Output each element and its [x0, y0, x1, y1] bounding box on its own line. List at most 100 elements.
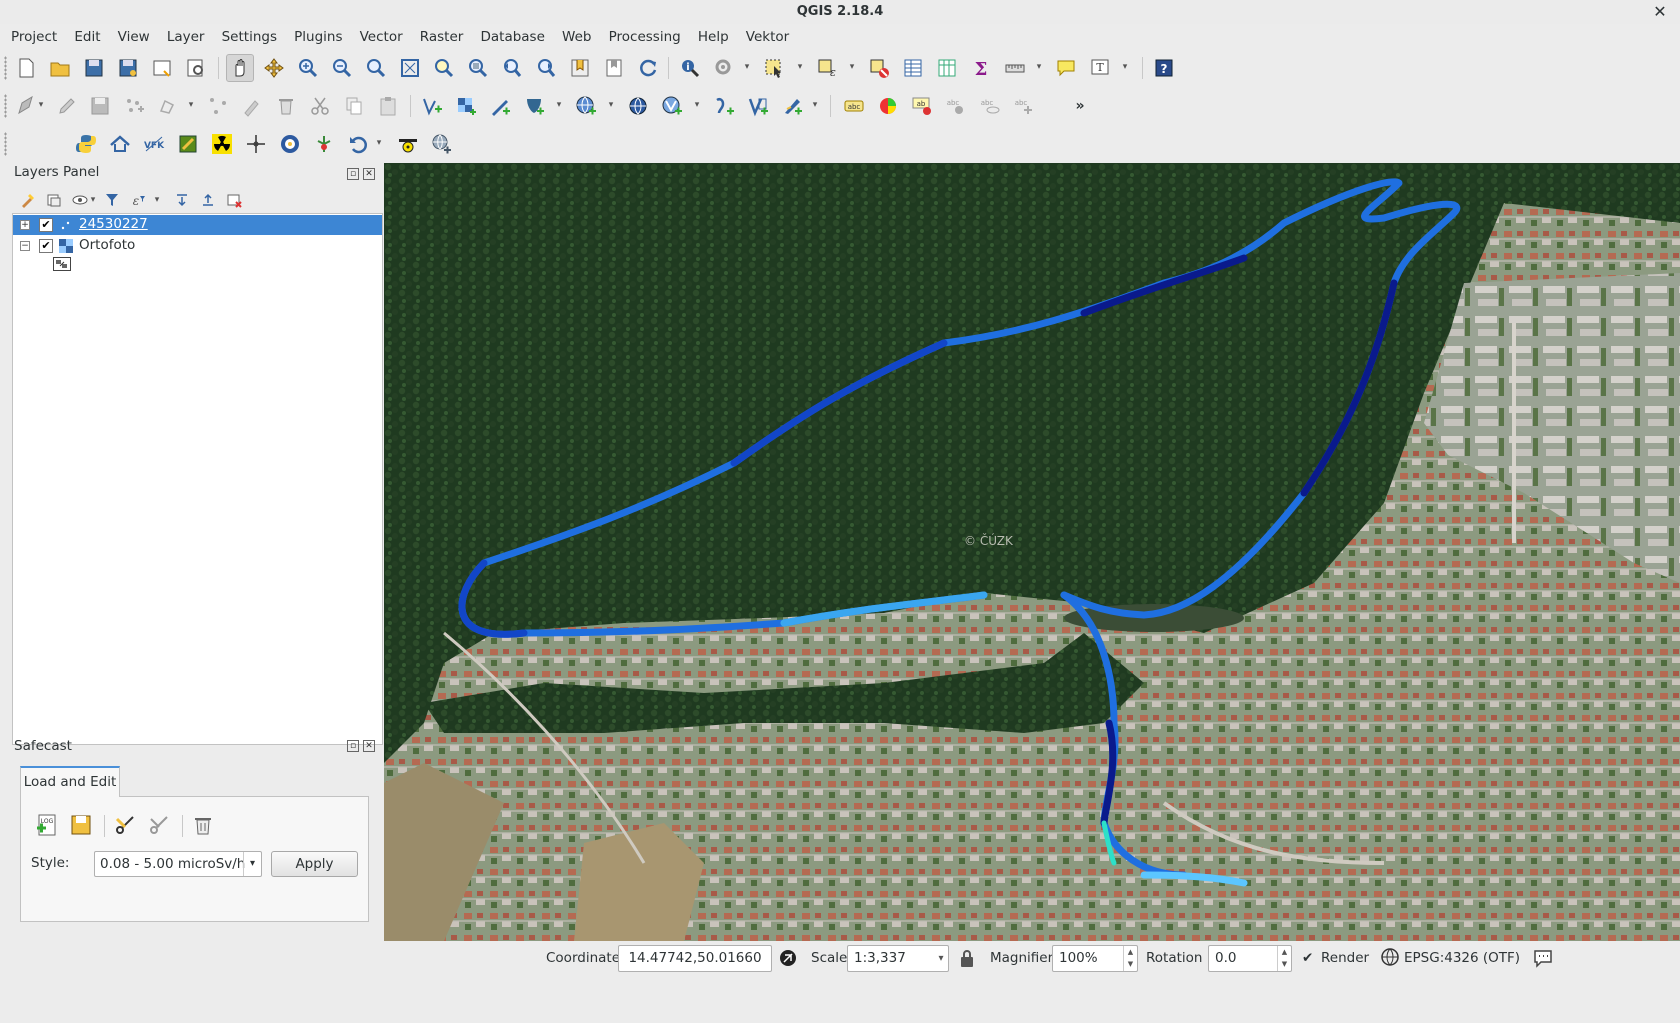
save-as-icon[interactable]	[114, 54, 142, 82]
add-feature-icon[interactable]	[120, 92, 148, 120]
new-shapefile-icon[interactable]	[418, 92, 446, 120]
toolbar-grip[interactable]	[4, 56, 7, 80]
copy-features-icon[interactable]	[340, 92, 368, 120]
chevron-down-icon[interactable]: ▾	[554, 100, 564, 110]
chevron-down-icon[interactable]: ▾	[847, 62, 857, 72]
zoom-full-icon[interactable]	[396, 54, 424, 82]
add-wfs-layer-icon[interactable]	[658, 92, 686, 120]
remove-layer-icon[interactable]	[224, 190, 244, 210]
style-select[interactable]: 0.08 - 5.00 microSv/h ▾	[94, 851, 262, 877]
undo-icon[interactable]	[344, 130, 372, 158]
pan-to-selection-icon[interactable]	[260, 54, 288, 82]
delete-range-icon[interactable]	[145, 811, 173, 839]
attribute-table-icon[interactable]	[899, 54, 927, 82]
rotation-spinbox[interactable]: 0.0 ▲ ▼	[1208, 945, 1292, 972]
add-delimited-text-icon[interactable]	[486, 92, 514, 120]
add-raster-layer-icon[interactable]	[452, 92, 480, 120]
change-label-icon[interactable]: abc	[1010, 92, 1038, 120]
coordinate-field[interactable]: 14.47742,50.01660	[618, 945, 772, 972]
manage-visibility-icon[interactable]	[70, 190, 90, 210]
show-bookmarks-icon[interactable]	[600, 54, 628, 82]
layer-diagram-icon[interactable]	[874, 92, 902, 120]
window-close-button[interactable]: ✕	[1650, 0, 1670, 24]
add-group-icon[interactable]	[44, 190, 64, 210]
map-canvas[interactable]: © ČÚZK	[384, 163, 1680, 941]
scale-combobox[interactable]: 1:3,337 ▾	[847, 945, 949, 972]
identify-features-icon[interactable]: i	[676, 54, 704, 82]
delete-selected-icon[interactable]	[272, 92, 300, 120]
layer-visibility-checkbox[interactable]: ✔	[39, 218, 53, 232]
menu-project[interactable]: Project	[5, 26, 63, 48]
move-label-icon[interactable]: abc	[976, 92, 1004, 120]
delete-log-icon[interactable]	[189, 811, 217, 839]
load-log-icon[interactable]: LOG	[33, 811, 61, 839]
save-layer-edits-icon[interactable]	[86, 92, 114, 120]
chevron-down-icon[interactable]: ▾	[152, 195, 162, 205]
pan-map-icon[interactable]	[226, 54, 254, 82]
layer-name[interactable]: Ortofoto	[79, 237, 135, 253]
panel-close-icon[interactable]: ✕	[363, 740, 375, 752]
node-tool-icon[interactable]	[204, 92, 232, 120]
collapse-all-icon[interactable]	[198, 190, 218, 210]
deselect-features-icon[interactable]	[865, 54, 893, 82]
zoom-to-layer-icon[interactable]	[464, 54, 492, 82]
georeferencer-icon[interactable]	[276, 130, 304, 158]
add-virtual-layer-icon[interactable]	[744, 92, 772, 120]
panel-float-icon[interactable]: ▫	[347, 740, 359, 752]
menu-edit[interactable]: Edit	[68, 26, 106, 48]
add-postgis-layer-icon[interactable]	[520, 92, 548, 120]
menu-layer[interactable]: Layer	[161, 26, 211, 48]
cut-features-icon[interactable]	[306, 92, 334, 120]
safecast-icon[interactable]	[394, 130, 422, 158]
layer-visibility-checkbox[interactable]: ✔	[39, 239, 53, 253]
chevron-down-icon[interactable]: ▾	[795, 62, 805, 72]
menu-help[interactable]: Help	[692, 26, 735, 48]
collapse-toggle-icon[interactable]: −	[20, 241, 30, 251]
toggle-extents-icon[interactable]	[777, 947, 799, 969]
zoom-to-selection-icon[interactable]	[430, 54, 458, 82]
new-print-composer-icon[interactable]	[148, 54, 176, 82]
lock-scale-icon[interactable]	[956, 947, 978, 969]
run-feature-action-icon[interactable]	[710, 54, 738, 82]
menu-raster[interactable]: Raster	[414, 26, 470, 48]
layer-item-24530227[interactable]: + ✔ 24530227	[13, 215, 382, 235]
radiation-icon[interactable]	[208, 130, 236, 158]
zoom-out-icon[interactable]	[328, 54, 356, 82]
save-project-icon[interactable]	[80, 54, 108, 82]
tab-load-and-edit[interactable]: Load and Edit	[20, 766, 120, 797]
chevron-down-icon[interactable]: ▾	[1034, 62, 1044, 72]
zoom-in-icon[interactable]	[294, 54, 322, 82]
show-hide-labels-icon[interactable]: abc	[942, 92, 970, 120]
globe-icon[interactable]	[1380, 947, 1402, 969]
move-feature-icon[interactable]	[154, 92, 182, 120]
expand-all-icon[interactable]	[172, 190, 192, 210]
measure-line-icon[interactable]	[1001, 54, 1029, 82]
menu-database[interactable]: Database	[474, 26, 550, 48]
menu-processing[interactable]: Processing	[603, 26, 687, 48]
menu-vektor[interactable]: Vektor	[740, 26, 795, 48]
chevron-down-icon[interactable]: ▾	[186, 100, 196, 110]
chevron-down-icon[interactable]: ▾	[742, 62, 752, 72]
panel-close-icon[interactable]: ✕	[363, 168, 375, 180]
select-by-expression-icon[interactable]: ε	[813, 54, 841, 82]
chevron-down-icon[interactable]: ▾	[1120, 62, 1130, 72]
zoom-native-icon[interactable]	[362, 54, 390, 82]
filter-legend-icon[interactable]	[102, 190, 122, 210]
add-mssql-layer-icon[interactable]	[778, 92, 806, 120]
refresh-icon[interactable]	[634, 54, 662, 82]
chevron-down-icon[interactable]: ▾	[88, 195, 98, 205]
spin-arrows-icon[interactable]: ▲ ▼	[1277, 946, 1291, 971]
add-web-layer-icon[interactable]	[428, 130, 456, 158]
chevron-down-icon[interactable]: ▾	[374, 138, 384, 148]
crosshair-icon[interactable]	[242, 130, 270, 158]
add-wms-layer-icon[interactable]	[572, 92, 600, 120]
select-features-icon[interactable]	[760, 54, 788, 82]
menu-plugins[interactable]: Plugins	[288, 26, 348, 48]
new-bookmark-icon[interactable]	[566, 54, 594, 82]
vfk-plugin-icon[interactable]: VFK	[140, 130, 168, 158]
magnifier-spinbox[interactable]: 100% ▲ ▼	[1052, 945, 1138, 972]
statistical-summary-icon[interactable]: Σ	[967, 54, 995, 82]
field-calculator-icon[interactable]	[933, 54, 961, 82]
toolbar-overflow-button[interactable]: »	[1066, 92, 1094, 120]
gps-tools-icon[interactable]	[310, 130, 338, 158]
